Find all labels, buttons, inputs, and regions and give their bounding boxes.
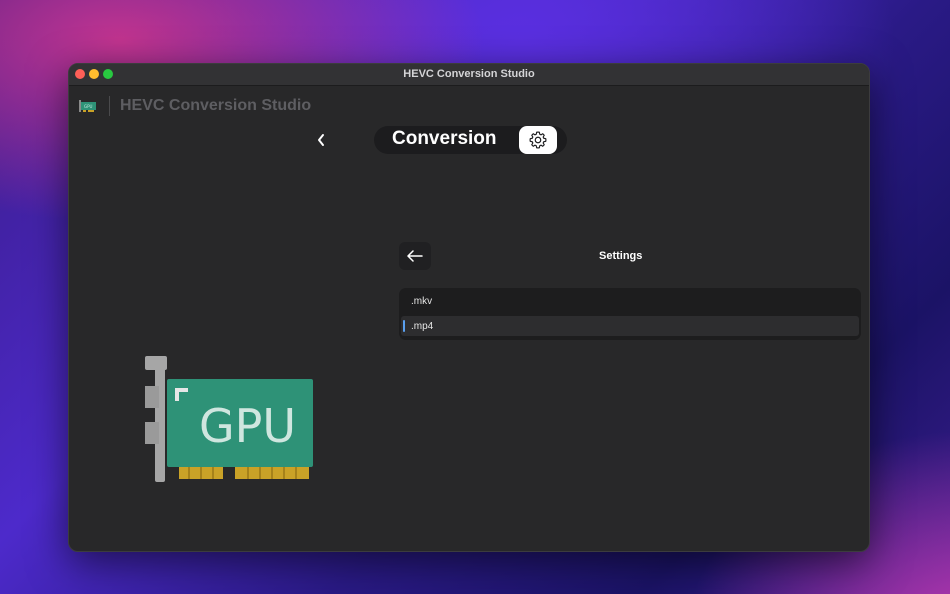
- app-header: GPU HEVC Conversion Studio: [79, 94, 311, 118]
- header-divider: [109, 96, 110, 116]
- title-bar: HEVC Conversion Studio: [69, 64, 869, 86]
- gpu-card-illustration: GPU: [145, 356, 313, 482]
- list-item-label: .mkv: [411, 295, 433, 307]
- gpu-label: GPU: [199, 399, 296, 453]
- tab-conversion[interactable]: Conversion: [392, 128, 497, 150]
- settings-title: Settings: [599, 250, 643, 262]
- arrow-left-icon: [407, 250, 423, 262]
- list-item-label: .mp4: [411, 320, 434, 332]
- settings-back-button[interactable]: [399, 242, 431, 270]
- back-button[interactable]: [307, 126, 335, 154]
- chevron-left-icon: [318, 134, 324, 146]
- tab-settings[interactable]: [519, 126, 557, 154]
- app-name: HEVC Conversion Studio: [120, 97, 312, 114]
- svg-text:GPU: GPU: [84, 104, 93, 109]
- gear-icon: [529, 131, 547, 149]
- gpu-card-icon: GPU: [79, 100, 96, 112]
- app-window: HEVC Conversion Studio GPU HEVC Conversi…: [68, 63, 870, 552]
- list-item[interactable]: .mp4: [401, 316, 859, 336]
- container-format-list: .mkv .mp4: [399, 288, 861, 340]
- window-title: HEVC Conversion Studio: [403, 68, 535, 80]
- selection-indicator: [403, 320, 405, 332]
- mode-segmented-control: Conversion: [374, 126, 567, 154]
- list-item[interactable]: .mkv: [399, 291, 857, 311]
